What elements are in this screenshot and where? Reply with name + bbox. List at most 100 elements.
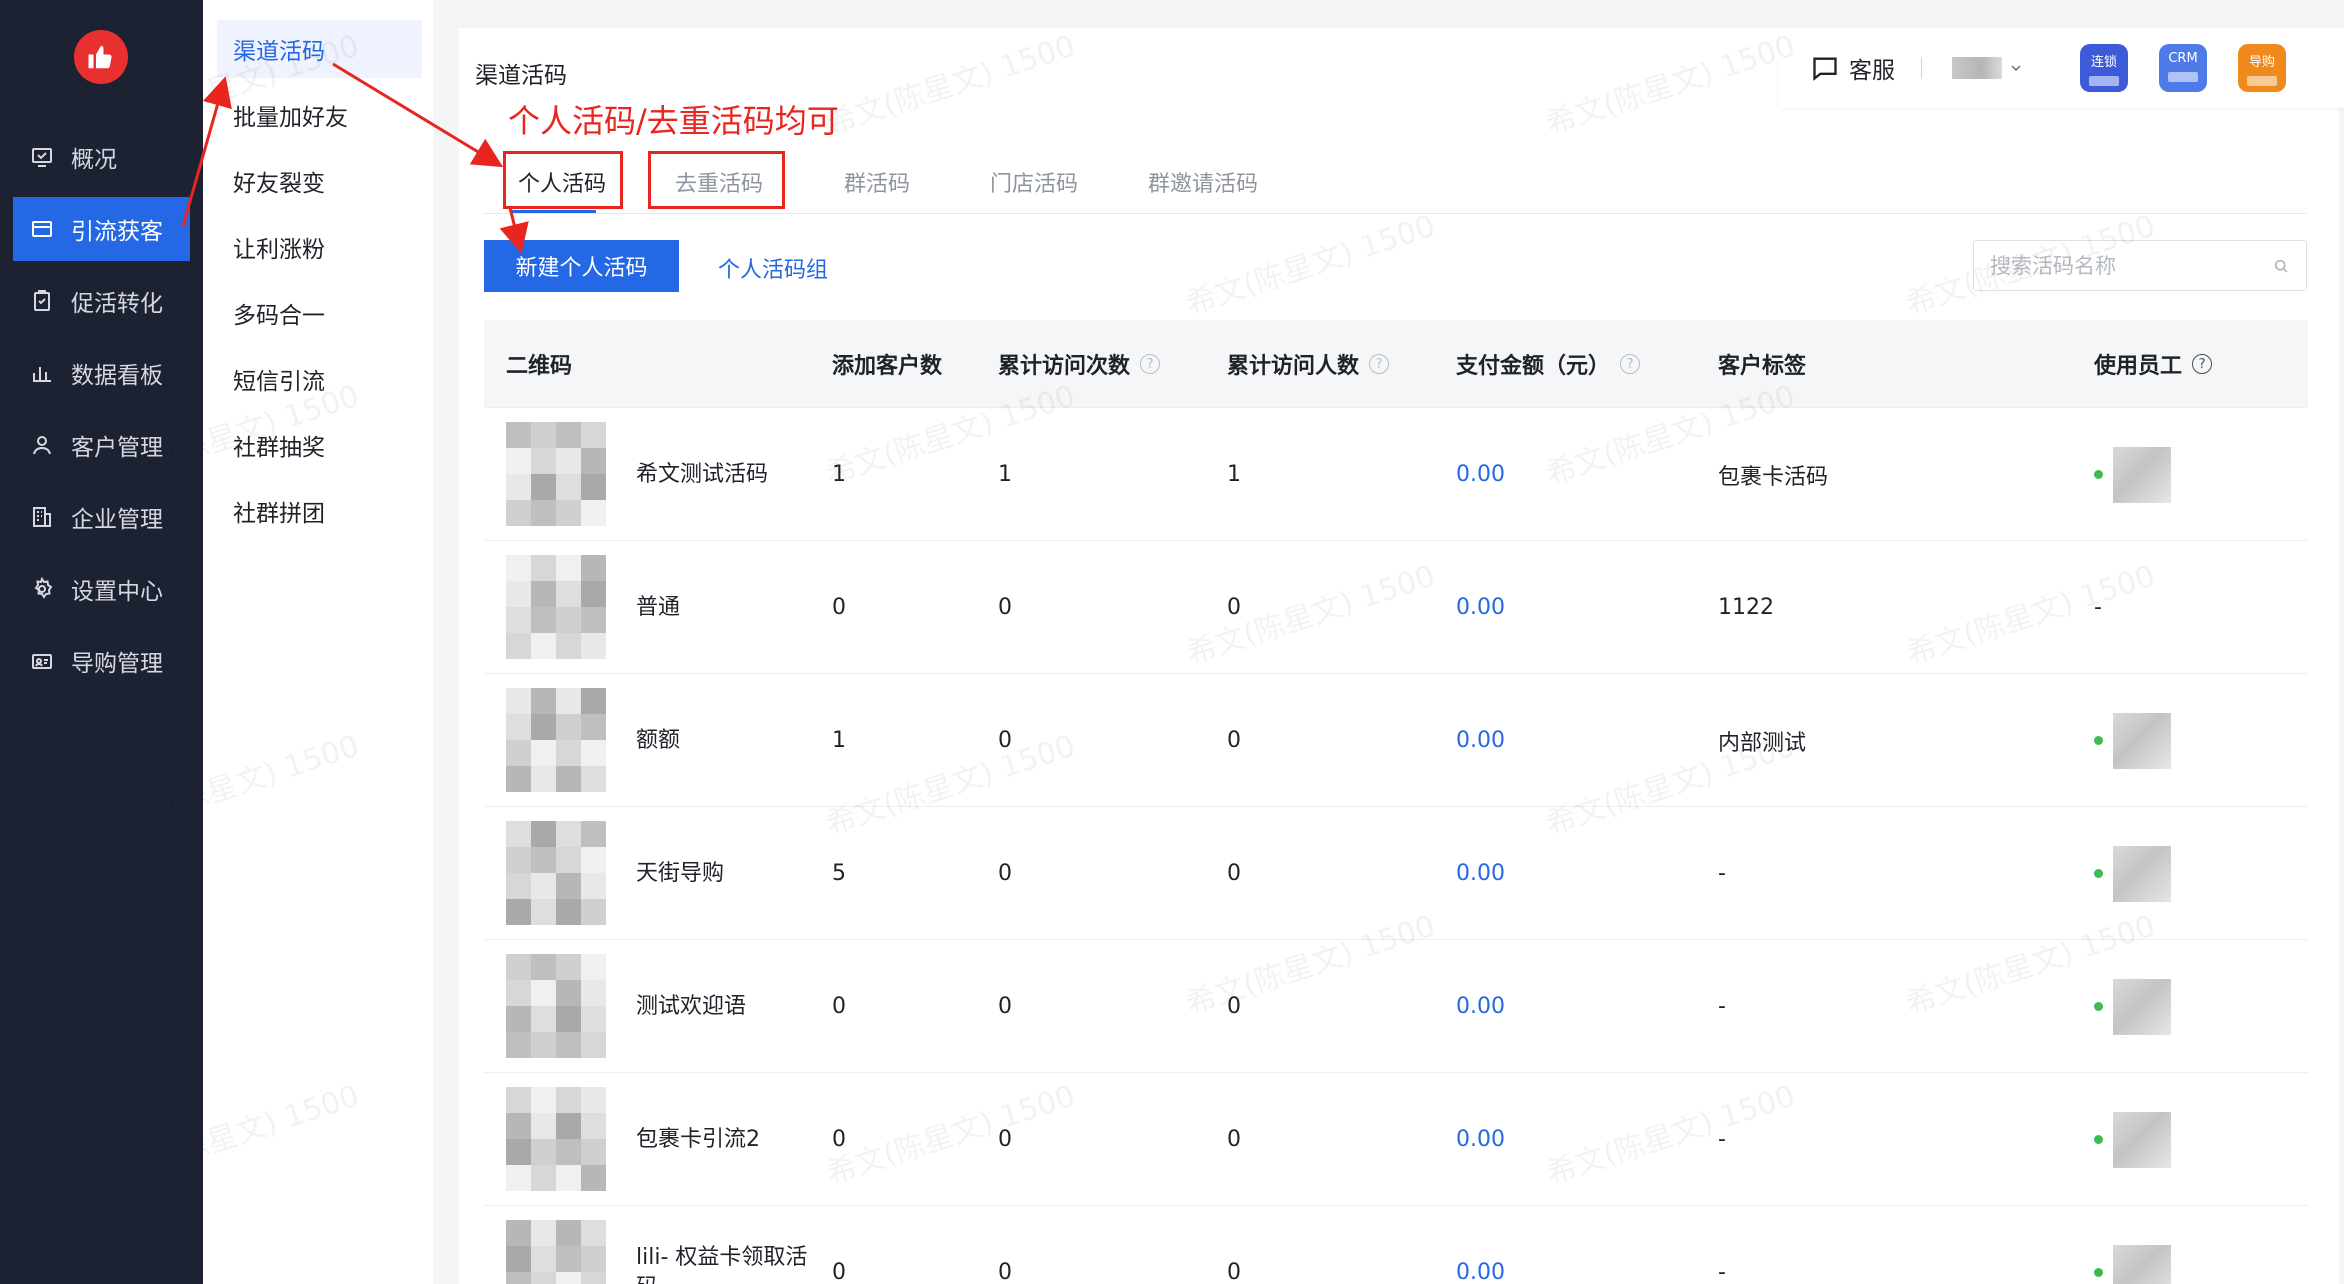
visitor-count: 0 [1227,1260,1241,1284]
employee-cell[interactable] [2094,807,2171,940]
col-employee: 使用员工? [2094,320,2213,408]
search-input[interactable] [1990,253,2272,278]
col-visits: 累计访问次数? [998,320,1161,408]
table-row[interactable]: 包裹卡引流2 0 0 0 0.00 - [484,1073,2308,1206]
customer-tag: - [1718,994,1726,1019]
customer-tag: - [1718,1260,1726,1284]
main-sidebar: 概况 引流获客 促活转化 数据看板 客户管理 企业管理 设置中心 导购管理 [0,0,203,1284]
employee-cell[interactable] [2094,408,2171,541]
app-chain-icon[interactable]: 连锁 [2080,44,2128,92]
col-qrcode: 二维码 [506,354,573,379]
sub-item-friend-fission[interactable]: 好友裂变 [217,152,422,210]
employee-cell[interactable]: - [2094,541,2102,674]
help-icon[interactable]: ? [1140,354,1161,374]
online-status-dot [2094,1268,2103,1277]
visit-count: 0 [998,1260,1012,1284]
employee-avatar [2113,845,2171,902]
table-row[interactable]: 额额 1 0 0 0.00 内部测试 [484,674,2308,807]
added-count: 0 [832,595,846,620]
added-count: 1 [832,728,846,753]
added-count: 1 [832,462,846,487]
table-row[interactable]: 希文测试活码 1 1 1 0.00 包裹卡活码 [484,408,2308,541]
app-logo[interactable] [74,30,128,84]
tab-dedup-code[interactable]: 去重活码 [675,150,763,214]
personal-code-group-link[interactable]: 个人活码组 [718,252,828,284]
customer-tag: 包裹卡活码 [1718,464,1829,490]
nav-item-dashboard[interactable]: 数据看板 [13,341,190,405]
table-row[interactable]: 天街导购 5 0 0 0.00 - [484,807,2308,940]
acquire-icon [29,216,55,242]
qrcode-image[interactable] [506,954,606,1058]
app-guide-icon[interactable]: 导购 [2238,44,2286,92]
sub-item-batch-add-friends[interactable]: 批量加好友 [217,86,422,144]
nav-item-label: 概况 [71,147,117,173]
table-row[interactable]: 普通 0 0 0 0.00 1122 - [484,541,2308,674]
employee-cell[interactable] [2094,940,2171,1073]
employee-cell[interactable] [2094,1073,2171,1206]
employee-avatar [2113,712,2171,769]
building-icon [29,504,55,530]
sub-item-group-buy[interactable]: 社群拼团 [217,482,422,540]
employee-cell[interactable] [2094,1206,2171,1284]
help-icon[interactable]: ? [1620,354,1641,374]
employee-cell[interactable] [2094,674,2171,807]
visitor-count: 0 [1227,1127,1241,1152]
visit-count: 0 [998,728,1012,753]
qrcode-image[interactable] [506,1220,606,1284]
online-status-dot [2094,869,2103,878]
nav-item-convert[interactable]: 促活转化 [13,269,190,333]
nav-item-settings[interactable]: 设置中心 [13,557,190,621]
search-icon[interactable] [2272,257,2290,275]
sub-item-sms[interactable]: 短信引流 [217,350,422,408]
visit-count: 1 [998,462,1012,487]
nav-item-label: 客户管理 [71,435,163,461]
pay-amount: 0.00 [1456,861,1505,886]
visit-count: 0 [998,595,1012,620]
tab-store-code[interactable]: 门店活码 [990,150,1078,214]
app-chain-label: 连锁 [2090,55,2117,70]
sub-item-group-lottery[interactable]: 社群抽奖 [217,416,422,474]
sub-menu: 渠道活码 批量加好友 好友裂变 让利涨粉 多码合一 短信引流 社群抽奖 社群拼团 [203,0,433,1284]
new-personal-code-button[interactable]: 新建个人活码 [484,240,679,292]
qrcode-image[interactable] [506,688,606,792]
nav-item-label: 设置中心 [71,579,163,605]
user-icon [29,432,55,458]
support-button[interactable]: 客服 [1811,51,1895,85]
nav-item-label: 引流获客 [71,219,163,245]
support-label: 客服 [1849,58,1895,84]
account-switcher[interactable] [1952,57,2024,79]
annotation-text: 个人活码/去重活码均可 [508,102,839,140]
pay-amount: 0.00 [1456,462,1505,487]
nav-item-overview[interactable]: 概况 [13,125,190,189]
search-box[interactable] [1973,240,2307,291]
tab-group-invite-code[interactable]: 群邀请活码 [1148,150,1258,214]
tab-group-code[interactable]: 群活码 [844,150,910,214]
sub-item-channel-code[interactable]: 渠道活码 [217,20,422,78]
nav-item-acquire[interactable]: 引流获客 [13,197,190,261]
customer-tag: 内部测试 [1718,730,1807,756]
qrcode-image[interactable] [506,422,606,526]
qrcode-image[interactable] [506,821,606,925]
app-crm-icon[interactable]: CRM [2159,44,2207,92]
convert-icon [29,288,55,314]
sub-item-multi-code[interactable]: 多码合一 [217,284,422,342]
nav-item-enterprise[interactable]: 企业管理 [13,485,190,549]
pay-amount: 0.00 [1456,595,1505,620]
added-count: 0 [832,1260,846,1284]
nav-item-customers[interactable]: 客户管理 [13,413,190,477]
table-row[interactable]: lili- 权益卡领取活码 0 0 0 0.00 - [484,1206,2308,1284]
employee-empty: - [2094,595,2102,620]
added-count: 0 [832,1127,846,1152]
visitor-count: 0 [1227,595,1241,620]
help-icon[interactable]: ? [2192,354,2213,374]
qrcode-image[interactable] [506,555,606,659]
tab-personal-code[interactable]: 个人活码 [518,150,606,214]
table-row[interactable]: 测试欢迎语 0 0 0 0.00 - [484,940,2308,1073]
sub-item-discount-growth[interactable]: 让利涨粉 [217,218,422,276]
nav-item-guide[interactable]: 导购管理 [13,629,190,693]
account-name-blurred [1952,57,2002,79]
employee-avatar [2113,446,2171,503]
qrcode-image[interactable] [506,1087,606,1191]
help-icon[interactable]: ? [1369,354,1390,374]
breadcrumb: 渠道活码 [475,63,567,89]
